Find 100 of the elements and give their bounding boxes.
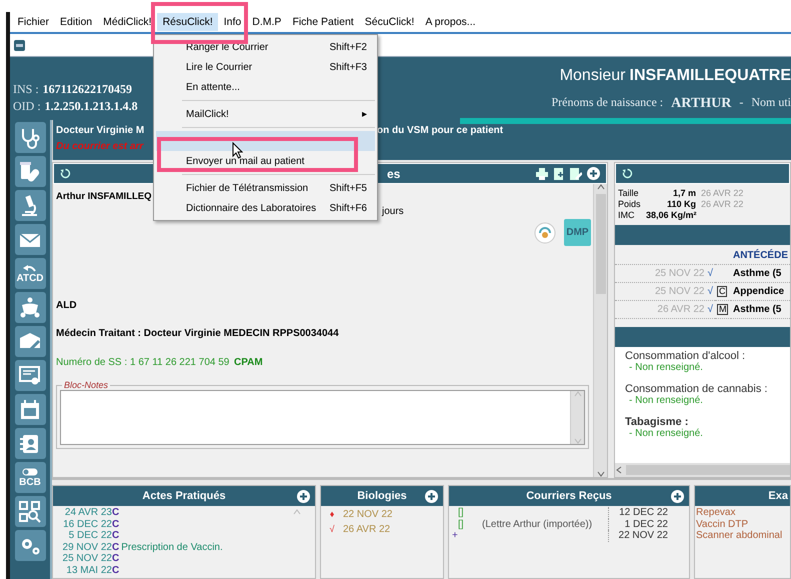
ss-label: Numéro de SS : xyxy=(56,356,128,370)
sidebar-button[interactable] xyxy=(14,496,46,527)
refresh-icon[interactable] xyxy=(60,168,71,179)
habit-value: - Non renseigné. xyxy=(629,428,703,440)
sidebar-button[interactable] xyxy=(14,224,46,255)
sidebar-button[interactable] xyxy=(14,360,46,391)
measure-value: 1,7 m xyxy=(672,188,696,199)
add-icon[interactable] xyxy=(587,167,600,180)
habit-label: Tabagisme : xyxy=(625,416,688,428)
habit-value: - Non renseigné. xyxy=(629,362,703,374)
duration-text: jours xyxy=(382,205,404,220)
sidebar-button[interactable] xyxy=(14,428,46,459)
act-date: 13 MAI 22 xyxy=(65,564,112,576)
panel-title: Courriers Reçus xyxy=(526,488,612,504)
menu-entry[interactable]: Fichier de Télétransmission Shift+F5 xyxy=(156,178,375,198)
sidebar-button[interactable]: BCB xyxy=(14,462,46,493)
antecedent-date: 26 AVR 22 xyxy=(657,304,704,315)
letter-date: 22 NOV 22 xyxy=(608,530,668,542)
sidebar-button[interactable] xyxy=(14,292,46,323)
doctor-name: Docteur Virginie M xyxy=(56,125,144,136)
habit-label: Consommation de cannabis : xyxy=(625,383,768,395)
menu-item[interactable]: MédiClick! xyxy=(98,13,158,31)
scroll-up-icon[interactable] xyxy=(596,184,604,190)
scrollbar-thumb[interactable] xyxy=(626,465,790,475)
curved-arrow-icon xyxy=(23,264,37,272)
sidebar-button[interactable] xyxy=(14,122,46,153)
patient-civility: Monsieur xyxy=(560,66,626,86)
patient-name: Arthur INSFAMILLEQ xyxy=(56,190,152,204)
menu-entry[interactable]: Dictionnaire des Laboratoires Shift+F6 xyxy=(156,198,375,218)
measure-value: 110 Kg xyxy=(666,199,696,210)
certificate-icon xyxy=(18,364,42,388)
calendar-icon xyxy=(18,398,42,422)
type-tag: M xyxy=(716,304,728,315)
menu-entry[interactable]: MailClick! ▸ xyxy=(156,104,375,124)
check-mark: √ xyxy=(707,304,713,315)
menu-item[interactable]: Fiche Patient xyxy=(286,13,360,31)
oid-label: OID : xyxy=(13,98,41,115)
menu-item[interactable]: A propos... xyxy=(420,13,482,31)
result-mark: ♦ xyxy=(328,509,336,520)
panel-title: Biologies xyxy=(357,488,407,504)
bracket-mark: [] xyxy=(458,518,465,530)
measure-label: Poids xyxy=(618,199,642,210)
act-code: C xyxy=(112,553,120,564)
ins-label: INS : xyxy=(13,81,39,98)
panel-title: Exa xyxy=(768,488,788,504)
document-add-icon[interactable] xyxy=(553,168,565,180)
ss-number: 1 67 11 26 221 704 59 xyxy=(130,356,230,370)
sidebar-button[interactable]: ATCD xyxy=(14,258,46,289)
exam-name: Scanner abdominal xyxy=(695,530,784,542)
act-date: 16 DEC 22 xyxy=(62,518,112,530)
sidebar-button[interactable] xyxy=(14,156,46,187)
menu-entry[interactable]: Lire le Courrier Shift+F3 xyxy=(156,57,375,77)
sidebar-button[interactable] xyxy=(14,530,46,561)
result-mark: √ xyxy=(328,524,336,535)
scroll-down-icon[interactable] xyxy=(596,471,604,477)
pelvis-icon xyxy=(18,296,42,320)
plus-mark: + xyxy=(452,530,459,542)
app-icon xyxy=(14,40,25,50)
shortcut-text: Shift+F2 xyxy=(329,40,367,54)
shortcut-text: Shift+F5 xyxy=(329,182,367,196)
menu-item[interactable]: Info xyxy=(218,13,247,31)
mail-alert-text: Du courrier est arr xyxy=(56,140,144,153)
sidebar-button[interactable] xyxy=(14,326,46,357)
scroll-left-icon[interactable] xyxy=(615,466,623,474)
menu-item[interactable]: SécuClick! xyxy=(359,13,420,31)
act-date: 5 DEC 22 xyxy=(68,530,112,542)
menu-entry[interactable]: En attente... xyxy=(156,77,375,97)
separator-dash: - xyxy=(739,94,744,111)
biology-date: 26 AVR 22 xyxy=(343,524,390,535)
measure-date: 26 AVR 22 xyxy=(701,188,744,199)
bracket-mark: [] xyxy=(458,507,465,518)
document-edit-icon[interactable] xyxy=(570,168,582,180)
add-icon[interactable] xyxy=(425,490,438,503)
menu-entry[interactable]: Envoyer un mail au patient xyxy=(156,151,375,171)
antecedent-text: Appendice xyxy=(730,282,790,300)
measure-date: 26 AVR 22 xyxy=(701,199,744,210)
menu-item[interactable]: Edition xyxy=(54,13,98,31)
act-text: Prescription de Vaccin. xyxy=(121,542,223,553)
menu-item[interactable]: Fichier xyxy=(12,13,55,31)
refresh-icon[interactable] xyxy=(622,168,633,179)
measure-label: Taille xyxy=(618,188,640,199)
menu-item[interactable]: RésuClick! xyxy=(157,13,218,31)
sidebar-button[interactable] xyxy=(14,394,46,425)
letter-title: (Lettre Arthur (importée)) xyxy=(482,518,594,530)
patient-surname: INSFAMILLEQUATRE xyxy=(630,66,791,86)
act-code: C xyxy=(112,530,120,542)
add-icon[interactable] xyxy=(297,490,310,503)
insurance-fund: CPAM xyxy=(234,356,263,370)
letter-date: 1 DEC 22 xyxy=(608,518,668,530)
scrollbar-thumb[interactable] xyxy=(596,194,606,294)
qr-search-icon xyxy=(18,500,42,524)
add-icon[interactable] xyxy=(671,490,684,503)
habit-label: Consommation d'alcool : xyxy=(625,350,746,362)
menu-item[interactable]: D.M.P xyxy=(246,13,287,31)
antecedent-text: Asthme (5 xyxy=(730,264,790,282)
sidebar-label: ATCD xyxy=(16,274,44,284)
letter-date: 12 DEC 22 xyxy=(608,507,668,518)
sidebar-button[interactable] xyxy=(14,190,46,221)
birth-names-value: ARTHUR xyxy=(671,95,732,113)
panel-title: Actes Pratiqués xyxy=(142,488,226,504)
